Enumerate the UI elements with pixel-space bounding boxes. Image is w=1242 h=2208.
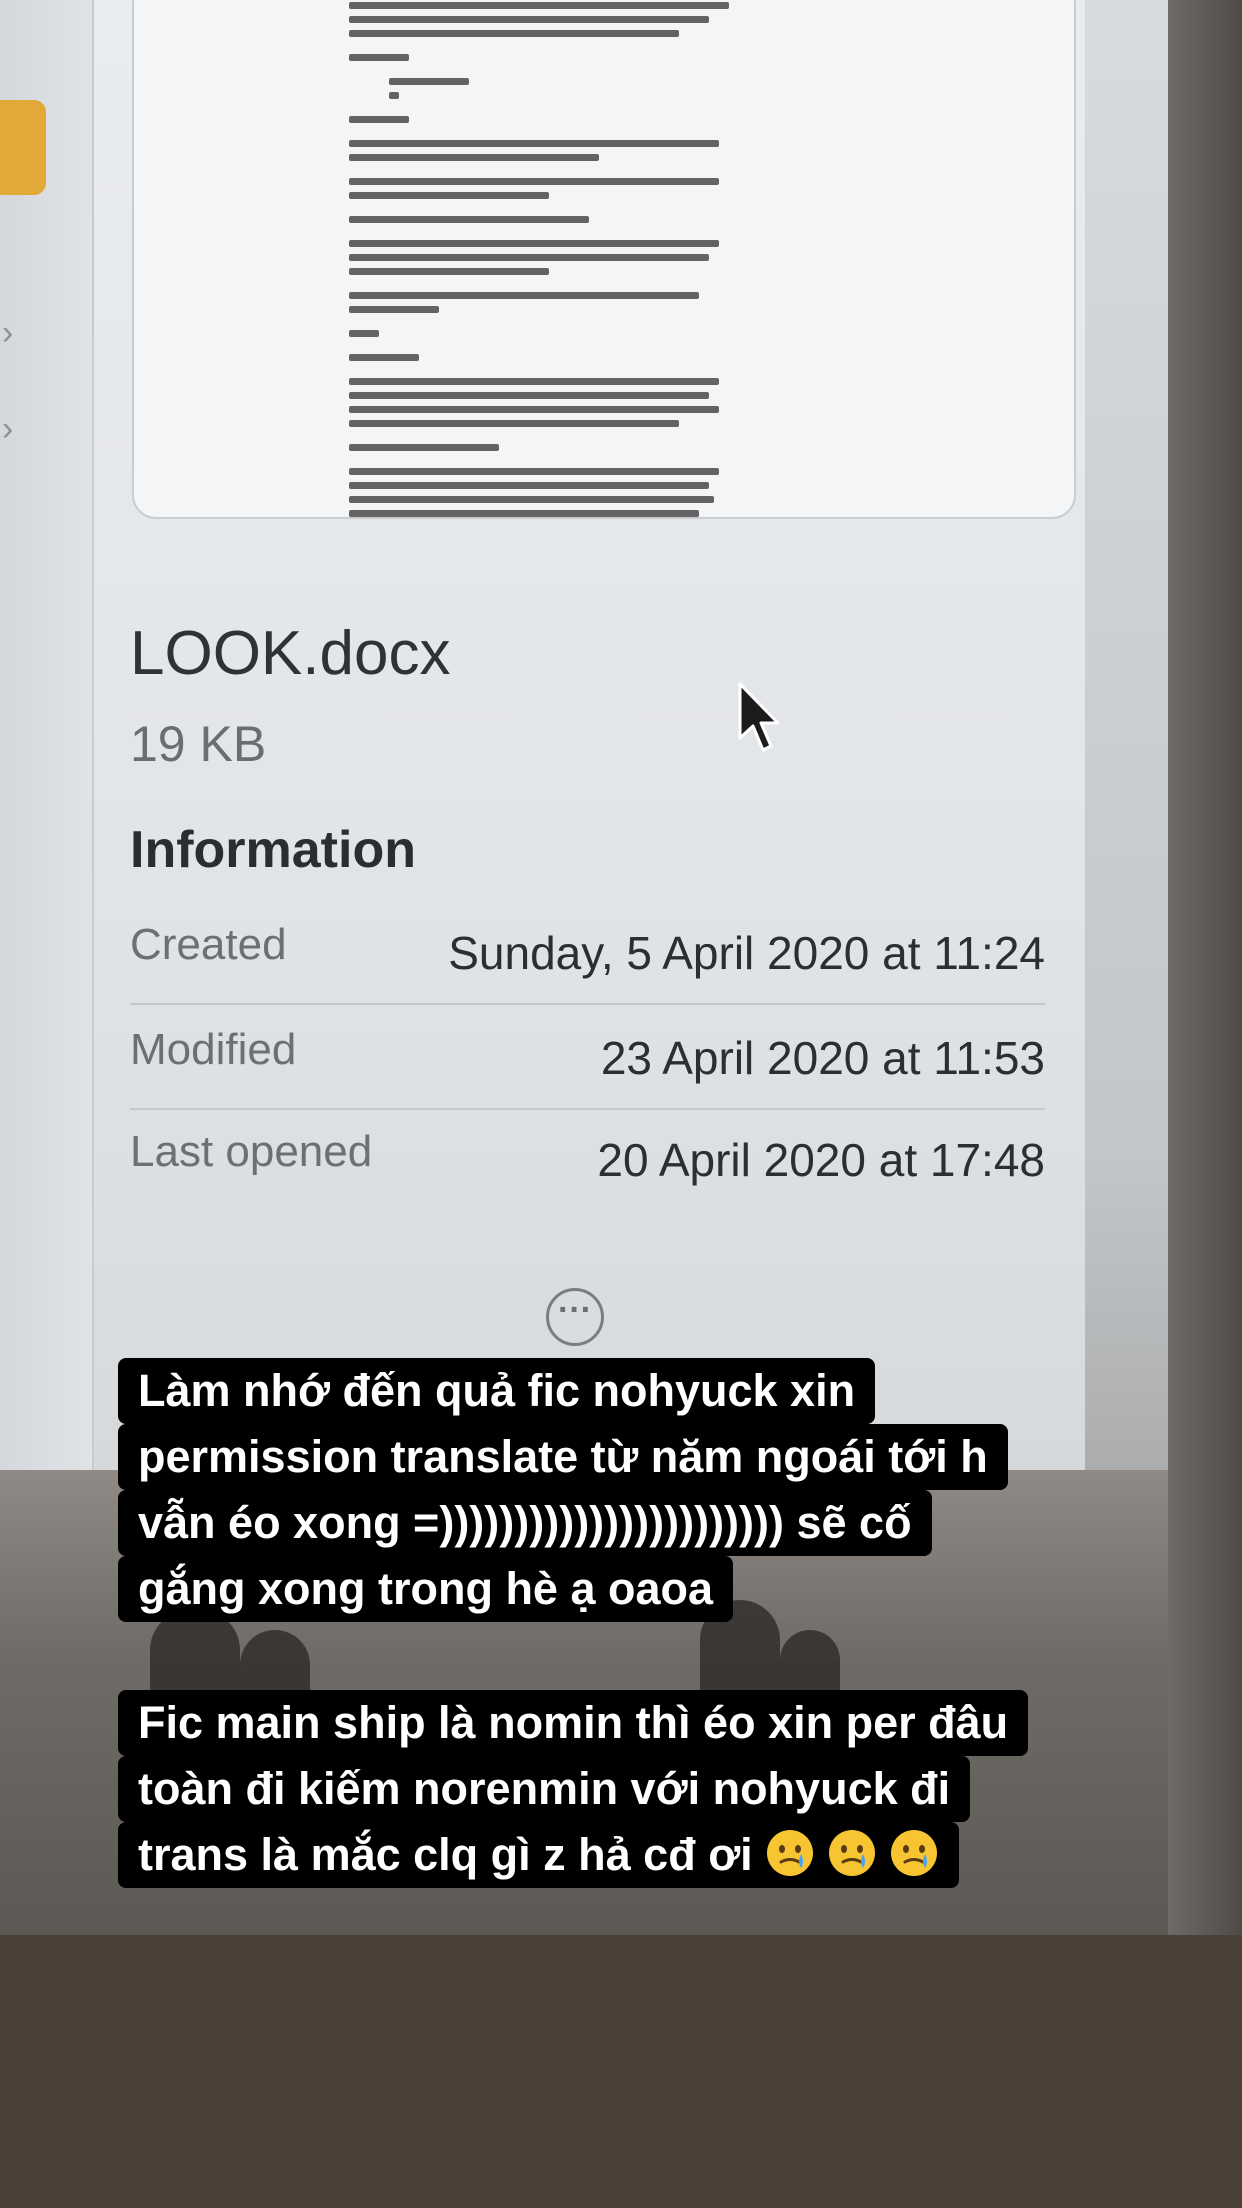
caption-line: Làm nhớ đến quả fic nohyuck xin: [118, 1358, 876, 1424]
instagram-story: › › LOOK.docx 19 KB Information Created …: [0, 0, 1242, 2208]
modified-row: Modified 23 April 2020 at 11:53: [130, 1025, 1045, 1087]
modified-value: 23 April 2020 at 11:53: [600, 1032, 1045, 1084]
sidebar-chevron-icon[interactable]: ›: [2, 412, 22, 446]
more-options-button[interactable]: ···: [546, 1288, 604, 1346]
divider: [130, 1003, 1045, 1005]
caption-line: toàn đi kiếm norenmin với nohyuck đi: [118, 1756, 971, 1822]
emoji-group: [753, 1829, 939, 1880]
caption-text-2: Fic main ship là nomin thì éo xin per đâ…: [118, 1690, 1128, 1888]
laptop-screen-photo: › › LOOK.docx 19 KB Information Created …: [0, 0, 1168, 1935]
last-opened-value: 20 April 2020 at 17:48: [597, 1134, 1045, 1186]
caption-line: gắng xong trong hè ạ oaoa: [118, 1556, 734, 1622]
photo-edge: [1168, 0, 1242, 1935]
sidebar-chevron-icon[interactable]: ›: [2, 316, 22, 350]
mouse-pointer-icon: [738, 682, 780, 752]
modified-label: Modified: [130, 1025, 297, 1074]
crying-smile-emoji-icon: [766, 1830, 813, 1876]
divider: [130, 1108, 1045, 1110]
file-name: LOOK.docx: [130, 619, 451, 688]
caption-line-text: trans là mắc clq gì z hả cđ ơi: [138, 1829, 753, 1880]
sidebar-selected-tab[interactable]: [0, 100, 46, 195]
file-size: 19 KB: [130, 716, 267, 772]
crying-smile-emoji-icon: [828, 1830, 875, 1876]
caption-line: permission translate từ năm ngoái tới h: [118, 1424, 1008, 1490]
information-heading: Information: [130, 821, 416, 879]
crying-smile-emoji-icon: [890, 1830, 937, 1876]
document-text-lines: [349, 2, 849, 517]
story-background: [0, 1935, 1242, 2208]
created-label: Created: [130, 920, 287, 969]
caption-line-with-emoji: trans là mắc clq gì z hả cđ ơi: [118, 1822, 959, 1888]
created-row: Created Sunday, 5 April 2020 at 11:24: [130, 920, 1045, 982]
caption-line: Fic main ship là nomin thì éo xin per đâ…: [118, 1690, 1029, 1756]
last-opened-label: Last opened: [130, 1127, 373, 1176]
created-value: Sunday, 5 April 2020 at 11:24: [448, 927, 1045, 979]
document-preview[interactable]: [132, 0, 1076, 519]
caption-line: vẫn éo xong =))))))))))))))))))))))) sẽ …: [118, 1490, 932, 1556]
caption-text-1: Làm nhớ đến quả fic nohyuck xin permissi…: [118, 1358, 1128, 1622]
last-opened-row: Last opened 20 April 2020 at 17:48: [130, 1127, 1045, 1189]
